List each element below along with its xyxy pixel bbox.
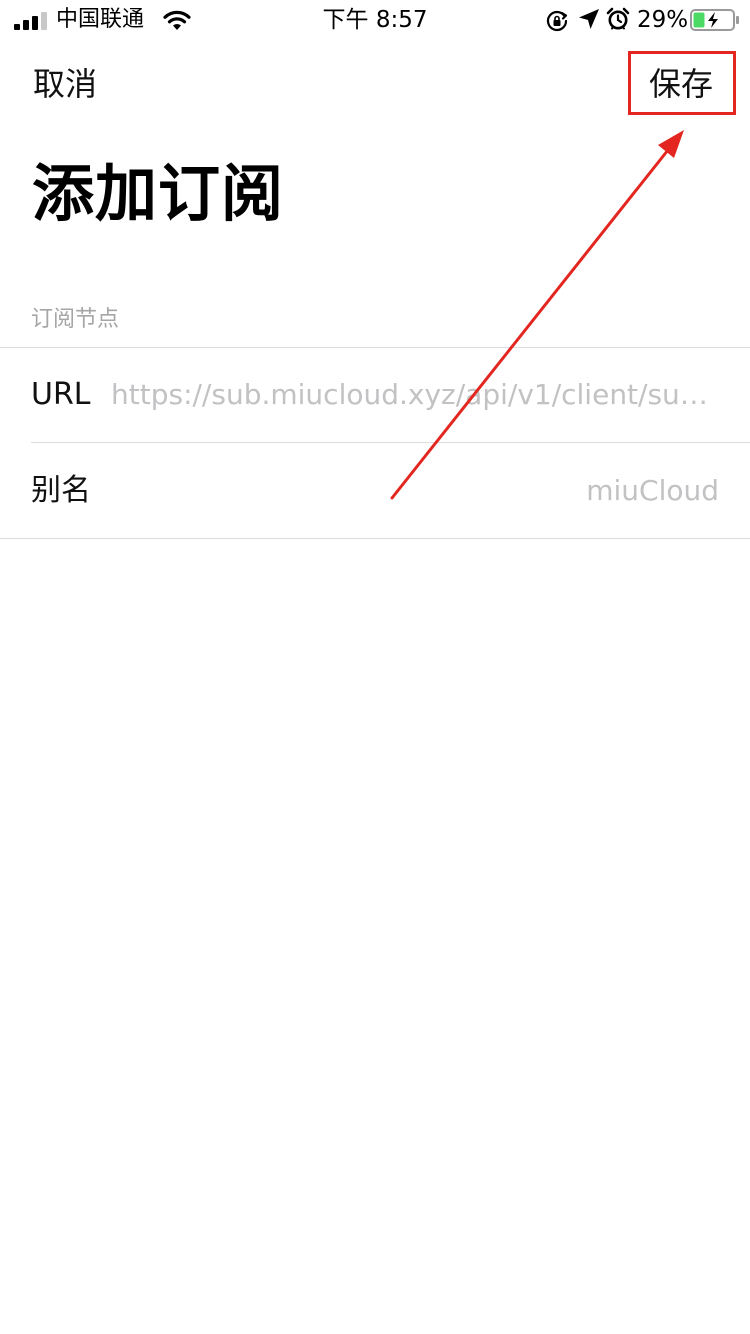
- status-bar: 中国联通 下午 8:57 29%: [0, 0, 750, 40]
- location-icon: [579, 9, 599, 29]
- url-label: URL: [31, 377, 91, 412]
- url-field[interactable]: https://sub.miucloud.xyz/api/v1/client/s…: [111, 375, 720, 415]
- alarm-icon: [606, 7, 630, 30]
- battery-icon: [690, 9, 739, 31]
- section-bottom-divider: [0, 538, 750, 539]
- orientation-lock-icon: [546, 10, 568, 32]
- section-header: 订阅节点: [31, 307, 120, 332]
- alias-field[interactable]: miuCloud: [586, 471, 719, 511]
- annotation-highlight-box: [628, 51, 736, 115]
- add-subscription-screen: 中国联通 下午 8:57 29% 取消 保存 添加订阅 订阅节点 URL htt…: [0, 0, 750, 1334]
- page-title: 添加订阅: [32, 157, 285, 230]
- alias-label: 别名: [31, 473, 91, 508]
- battery-percent: 29%: [637, 7, 689, 33]
- cancel-button[interactable]: 取消: [33, 62, 97, 106]
